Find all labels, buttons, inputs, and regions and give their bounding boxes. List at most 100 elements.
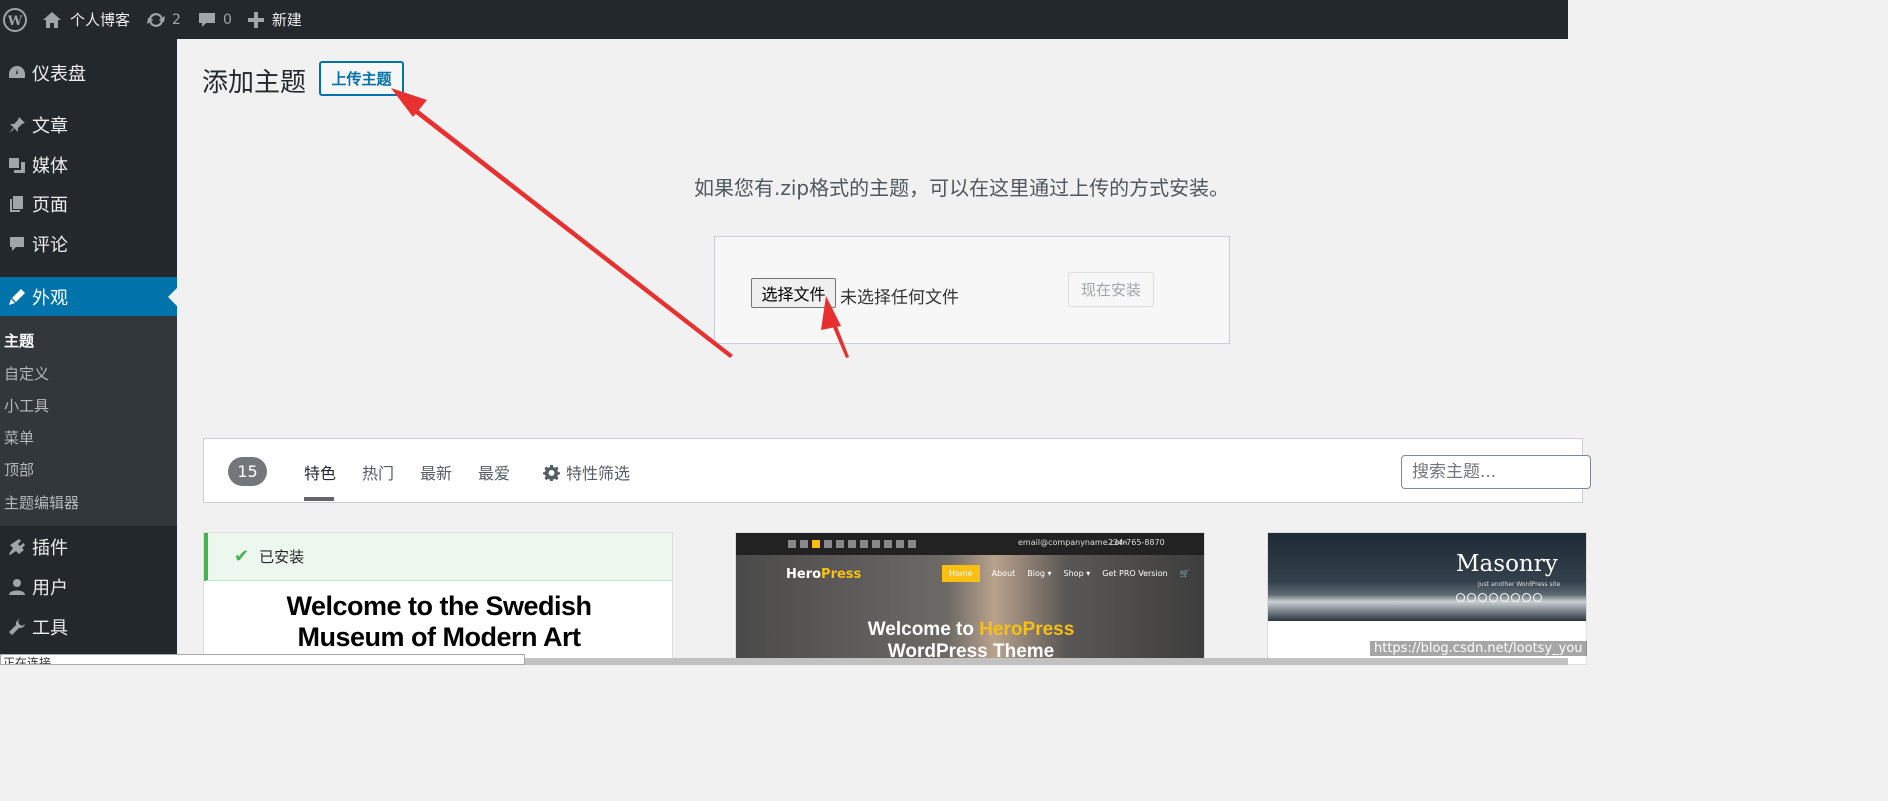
preview-nav-item: About	[991, 569, 1016, 578]
preview-logo-part: Hero	[786, 567, 822, 582]
appearance-icon	[0, 287, 32, 307]
updates-link[interactable]: 2	[138, 0, 189, 39]
preview-nav-item: Blog ▾	[1027, 569, 1052, 578]
social-icon	[896, 540, 904, 548]
menu-item-users[interactable]: 用户	[0, 567, 177, 607]
user-icon	[0, 577, 32, 597]
new-label: 新建	[271, 11, 302, 29]
menu-item-appearance[interactable]: 外观	[0, 277, 177, 317]
social-icon	[848, 540, 856, 548]
preview-nav-item: Get PRO Version	[1102, 569, 1168, 578]
no-file-chosen-text: 未选择任何文件	[840, 288, 959, 308]
comments-link[interactable]: 0	[189, 0, 240, 39]
submenu-item-header[interactable]: 顶部	[4, 458, 34, 482]
submenu-item-menus[interactable]: 菜单	[4, 426, 34, 450]
upload-theme-button[interactable]: 上传主题	[319, 61, 404, 96]
tab-featured[interactable]: 特色	[304, 460, 336, 483]
submenu-item-widgets[interactable]: 小工具	[4, 394, 49, 418]
tab-favorites[interactable]: 最爱	[478, 460, 510, 483]
feature-filter-label: 特性筛选	[566, 464, 631, 483]
browser-status-bar: 正在连接...	[0, 654, 525, 665]
feature-filter-button[interactable]: 特性筛选	[543, 460, 630, 484]
preview-hero-image	[1268, 533, 1586, 621]
preview-topbar: email@companyname.com 234-765-8870	[736, 533, 1204, 555]
wordpress-logo-icon[interactable]: W	[0, 0, 34, 39]
site-name-label: 个人博客	[70, 11, 131, 29]
pin-icon	[0, 115, 32, 135]
choose-file-button[interactable]: 选择文件	[751, 278, 836, 308]
social-icon	[1489, 593, 1498, 602]
tab-latest[interactable]: 最新	[420, 460, 452, 483]
admin-bar: W 个人博客 2 0 新建	[0, 0, 1568, 39]
media-icon	[0, 155, 32, 175]
updates-icon	[147, 12, 166, 27]
submenu-item-theme-editor[interactable]: 主题编辑器	[4, 491, 79, 515]
theme-count-badge: 15	[228, 457, 267, 486]
plugin-icon	[0, 537, 32, 557]
social-icon	[1511, 593, 1520, 602]
menu-item-comments[interactable]: 评论	[0, 224, 177, 264]
preview-nav: Home About Blog ▾ Shop ▾ Get PRO Version…	[942, 565, 1202, 582]
horizontal-scrollbar[interactable]	[525, 658, 1568, 665]
social-icon	[1533, 593, 1542, 602]
preview-title-part: HeroPress	[979, 619, 1075, 640]
social-icon	[884, 540, 892, 548]
preview-title-line: Welcome to the Swedish	[286, 591, 592, 621]
menu-item-label: 外观	[32, 288, 68, 309]
tab-popular[interactable]: 热门	[362, 460, 394, 483]
comments-count: 0	[222, 11, 232, 28]
theme-card[interactable]: ✔ 已安装 Welcome to the Swedish Museum of M…	[203, 532, 673, 665]
search-themes-input[interactable]	[1401, 455, 1591, 489]
menu-item-label: 用户	[32, 578, 68, 599]
submenu-item-themes[interactable]: 主题	[4, 329, 34, 353]
menu-item-label: 工具	[32, 618, 68, 639]
menu-item-label: 评论	[32, 235, 68, 256]
social-icon	[788, 540, 796, 548]
page-icon	[0, 194, 32, 214]
preview-title-part: Welcome to	[867, 619, 980, 640]
cart-icon: 🛒	[1179, 569, 1190, 578]
menu-item-tools[interactable]: 工具	[0, 607, 177, 647]
watermark: https://blog.csdn.net/lootsy_you	[1370, 641, 1587, 656]
install-now-button[interactable]: 现在安装	[1068, 272, 1154, 307]
dashboard-icon	[0, 63, 32, 83]
wrench-icon	[0, 617, 32, 637]
checkmark-icon: ✔	[234, 546, 250, 567]
menu-item-media[interactable]: 媒体	[0, 145, 177, 185]
upload-description: 如果您有.zip格式的主题，可以在这里通过上传的方式安装。	[694, 176, 1230, 200]
social-icon	[1500, 593, 1509, 602]
preview-title-line: Museum of Modern Art	[297, 622, 582, 652]
menu-item-label: 媒体	[32, 156, 68, 177]
page-title: 添加主题	[202, 68, 307, 98]
theme-filter-bar	[203, 438, 1583, 503]
social-icon	[1467, 593, 1476, 602]
submenu-item-customize[interactable]: 自定义	[4, 362, 49, 386]
menu-item-dashboard[interactable]: 仪表盘	[0, 53, 177, 93]
installed-notice: ✔ 已安装	[204, 533, 672, 581]
menu-item-pages[interactable]: 页面	[0, 184, 177, 224]
menu-item-plugins[interactable]: 插件	[0, 527, 177, 567]
preview-nav-item: Shop ▾	[1063, 569, 1091, 578]
plus-icon	[247, 11, 264, 28]
menu-item-posts[interactable]: 文章	[0, 105, 177, 145]
updates-count: 2	[172, 11, 181, 28]
svg-text:W: W	[7, 14, 23, 29]
social-icon	[812, 540, 820, 548]
social-icon	[824, 540, 832, 548]
social-icon	[1478, 593, 1487, 602]
site-name-link[interactable]: 个人博客	[34, 0, 138, 39]
comment-icon	[0, 234, 32, 254]
theme-card[interactable]: email@companyname.com 234-765-8870 HeroP…	[735, 532, 1205, 665]
social-icon	[872, 540, 880, 548]
theme-preview-title: Masonry	[1456, 551, 1558, 577]
social-icon	[800, 540, 808, 548]
preview-phone: 234-765-8870	[1108, 538, 1165, 547]
social-icon	[1456, 593, 1465, 602]
preview-logo: HeroPress	[786, 567, 861, 582]
theme-preview-title: Welcome to HeroPress WordPress Theme	[736, 619, 1204, 663]
social-icon	[836, 540, 844, 548]
new-content-link[interactable]: 新建	[240, 0, 310, 39]
appearance-submenu: 主题 自定义 小工具 菜单 顶部 主题编辑器	[0, 316, 177, 526]
theme-preview-subtitle: Just another WordPress site	[1478, 581, 1561, 588]
arrow-to-upload-button	[391, 88, 733, 358]
